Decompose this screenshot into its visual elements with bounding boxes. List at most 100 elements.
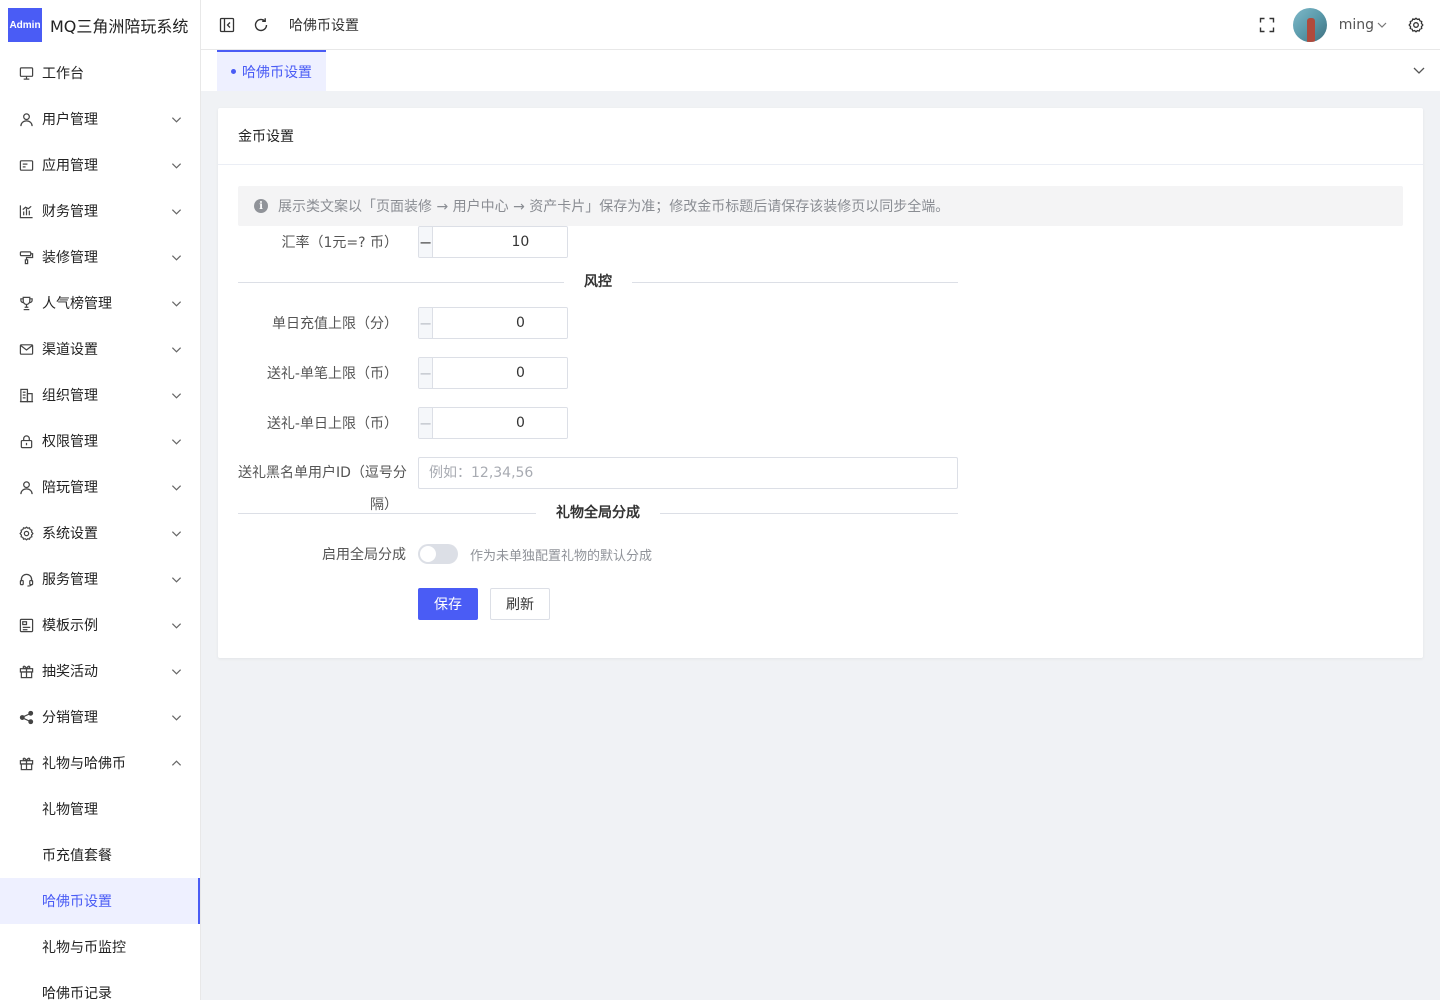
- gift-icon: [18, 755, 34, 771]
- refresh-button[interactable]: 刷新: [490, 588, 550, 620]
- settings-gear-icon[interactable]: [1406, 15, 1426, 35]
- sidebar-item-label: 权限管理: [42, 434, 98, 450]
- risk-divider-text: 风控: [564, 272, 632, 292]
- chevron-down-icon: [170, 665, 182, 677]
- exchange-rate-stepper: − +: [418, 226, 568, 258]
- template-icon: [18, 617, 34, 633]
- bar-chart-icon: [18, 203, 34, 219]
- sidebar-item-label: 渠道设置: [42, 342, 98, 358]
- sidebar-item-8[interactable]: 权限管理: [0, 418, 200, 464]
- avatar[interactable]: [1292, 7, 1327, 42]
- chevron-down-icon: [170, 481, 182, 493]
- monitor-icon: [18, 65, 34, 81]
- sidebar-item-2[interactable]: 应用管理: [0, 142, 200, 188]
- chevron-up-icon: [170, 757, 182, 769]
- save-button[interactable]: 保存: [418, 588, 478, 620]
- sidebar-item-label: 礼物与哈佛币: [42, 756, 126, 772]
- info-icon: i: [254, 199, 268, 213]
- daily-recharge-input[interactable]: [433, 308, 567, 338]
- daily-recharge-label: 单日充值上限（分）: [272, 316, 398, 332]
- decrement-button[interactable]: −: [419, 408, 434, 438]
- global-split-hint: 作为未单独配置礼物的默认分成: [470, 548, 653, 564]
- sidebar-item-label: 装修管理: [42, 250, 98, 266]
- sidebar-item-9[interactable]: 陪玩管理: [0, 464, 200, 510]
- headset-icon: [18, 571, 34, 587]
- decrement-button[interactable]: −: [419, 358, 434, 388]
- daily-recharge-row: 单日充值上限（分） − +: [238, 307, 568, 339]
- chevron-down-icon: [170, 343, 182, 355]
- gift-single-limit-input[interactable]: [433, 358, 567, 388]
- sidebar-item-3[interactable]: 财务管理: [0, 188, 200, 234]
- tab-harvard-coin-settings[interactable]: 哈佛币设置: [217, 50, 326, 91]
- sidebar-item-4[interactable]: 装修管理: [0, 234, 200, 280]
- gift-blacklist-label: 送礼黑名单用户ID（逗号分 隔）: [238, 465, 407, 513]
- sidebar-subitem-2[interactable]: 哈佛币设置: [0, 878, 200, 924]
- decrement-button[interactable]: −: [419, 308, 434, 338]
- exchange-rate-label: 汇率（1元=? 币）: [281, 235, 398, 251]
- brand: Admin MQ三角洲陪玩系统: [0, 0, 200, 50]
- sidebar-item-label: 系统设置: [42, 526, 98, 542]
- chevron-down-icon: [170, 435, 182, 447]
- mail-icon: [18, 341, 34, 357]
- chevron-down-icon: [170, 205, 182, 217]
- sidebar-subitem-4[interactable]: 哈佛币记录: [0, 970, 200, 1000]
- gift-split-divider: 礼物全局分成: [238, 503, 958, 523]
- gift-single-limit-stepper: − +: [418, 357, 568, 389]
- sidebar-item-7[interactable]: 组织管理: [0, 372, 200, 418]
- global-split-switch[interactable]: [418, 544, 458, 564]
- sidebar-subitem-1[interactable]: 币充值套餐: [0, 832, 200, 878]
- sidebar-item-14[interactable]: 分销管理: [0, 694, 200, 740]
- gift-daily-limit-stepper: − +: [418, 407, 568, 439]
- chevron-down-icon: [170, 573, 182, 585]
- sidebar-subitem-0[interactable]: 礼物管理: [0, 786, 200, 832]
- sidebar-item-label: 服务管理: [42, 572, 98, 588]
- share-icon: [18, 709, 34, 725]
- chevron-down-icon: [170, 389, 182, 401]
- refresh-icon[interactable]: [251, 15, 271, 35]
- chevron-down-icon: [170, 251, 182, 263]
- brand-logo: Admin: [8, 8, 42, 42]
- tabs-bar: 哈佛币设置: [201, 50, 1440, 91]
- sidebar-item-12[interactable]: 模板示例: [0, 602, 200, 648]
- username[interactable]: ming: [1339, 17, 1374, 33]
- sidebar-item-10[interactable]: 系统设置: [0, 510, 200, 556]
- sidebar-item-13[interactable]: 抽奖活动: [0, 648, 200, 694]
- exchange-rate-input[interactable]: [433, 227, 567, 257]
- sidebar-item-label: 用户管理: [42, 112, 98, 128]
- chevron-down-icon[interactable]: [1376, 15, 1388, 35]
- daily-recharge-stepper: − +: [418, 307, 568, 339]
- lock-icon: [18, 433, 34, 449]
- brand-title: MQ三角洲陪玩系统: [50, 17, 189, 36]
- tabs-chevron-down-icon[interactable]: [1412, 63, 1426, 77]
- gift-blacklist-input[interactable]: [418, 457, 958, 489]
- chevron-down-icon: [170, 711, 182, 723]
- sidebar-item-label: 工作台: [42, 66, 84, 82]
- exchange-rate-row: 汇率（1元=? 币） − +: [238, 226, 568, 258]
- global-split-row: 启用全局分成 作为未单独配置礼物的默认分成: [238, 544, 652, 564]
- collapse-sidebar-icon[interactable]: [217, 15, 237, 35]
- sidebar: Admin MQ三角洲陪玩系统 工作台用户管理应用管理 财务管理装修管理人气榜管理…: [0, 0, 201, 1000]
- gift-split-divider-text: 礼物全局分成: [536, 503, 660, 523]
- tab-label: 哈佛币设置: [242, 64, 312, 81]
- paint-roller-icon: [18, 249, 34, 265]
- decrement-button[interactable]: −: [419, 227, 434, 257]
- sidebar-item-11[interactable]: 服务管理: [0, 556, 200, 602]
- app-card-icon: [18, 157, 34, 173]
- sidebar-item-5[interactable]: 人气榜管理: [0, 280, 200, 326]
- active-dot-icon: [231, 69, 236, 74]
- chevron-down-icon: [170, 159, 182, 171]
- trophy-icon: [18, 295, 34, 311]
- card-title: 金币设置: [218, 108, 1423, 165]
- coin-settings-card: 金币设置 i 展示类文案以「页面装修 → 用户中心 → 资产卡片」保存为准；修改…: [218, 108, 1423, 658]
- sidebar-subitem-3[interactable]: 礼物与币监控: [0, 924, 200, 970]
- sidebar-item-1[interactable]: 用户管理: [0, 96, 200, 142]
- sidebar-item-15[interactable]: 礼物与哈佛币: [0, 740, 200, 786]
- user-icon: [18, 111, 34, 127]
- sidebar-item-6[interactable]: 渠道设置: [0, 326, 200, 372]
- fullscreen-icon[interactable]: [1257, 15, 1277, 35]
- gift-single-limit-label: 送礼-单笔上限（币）: [266, 366, 398, 382]
- user-icon: [18, 479, 34, 495]
- gift-daily-limit-input[interactable]: [433, 408, 567, 438]
- sidebar-item-0[interactable]: 工作台: [0, 50, 200, 96]
- gift-daily-limit-label: 送礼-单日上限（币）: [266, 416, 398, 432]
